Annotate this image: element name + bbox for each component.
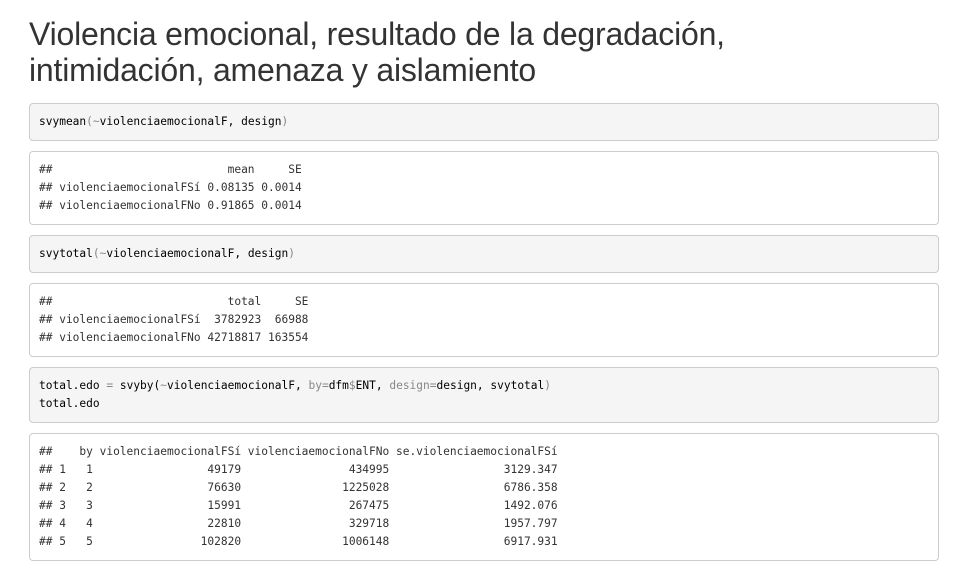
document-page: Violencia emocional, resultado de la deg…: [29, 0, 939, 561]
output-line: ## mean SE: [39, 163, 302, 176]
output-block[interactable]: ## by violenciaemocionalFSí violenciaemo…: [29, 433, 939, 561]
code-token: (~: [86, 115, 100, 128]
code-block[interactable]: svytotal(~violenciaemocionalF, design): [29, 235, 939, 273]
code-line: total.edo: [39, 395, 929, 413]
output-line: ## 4 4 22810 329718 1957.797: [39, 517, 558, 530]
chunk-gap: [29, 141, 939, 151]
output-line: ## 1 1 49179 434995 3129.347: [39, 463, 558, 476]
code-token: ENT,: [355, 379, 390, 392]
chunk-gap: [29, 225, 939, 235]
code-line: total.edo = svyby(~violenciaemocionalF, …: [39, 377, 929, 395]
code-token: $: [348, 379, 356, 392]
output-line: ## violenciaemocionalFSí 0.08135 0.0014: [39, 181, 302, 194]
output-line: ## 5 5 102820 1006148 6917.931: [39, 535, 558, 548]
chunk-gap: [29, 357, 939, 367]
chunk-gap: [29, 423, 939, 433]
output-line: ## violenciaemocionalFNo 42718817 163554: [39, 331, 309, 344]
code-token: design=: [389, 379, 437, 392]
output-line: ## 2 2 76630 1225028 6786.358: [39, 481, 558, 494]
output-line: ## violenciaemocionalFNo 0.91865 0.0014: [39, 199, 302, 212]
chunk-gap: [29, 273, 939, 283]
code-token: svytotal: [39, 247, 93, 260]
code-token: total.edo: [39, 379, 107, 392]
output-block[interactable]: ## mean SE ## violenciaemocionalFSí 0.081…: [29, 151, 939, 225]
output-line: ## 3 3 15991 267475 1492.076: [39, 499, 558, 512]
output-line: ## by violenciaemocionalFSí violenciaemo…: [39, 445, 558, 458]
section-heading: Violencia emocional, resultado de la deg…: [29, 0, 939, 88]
code-line: svymean(~violenciaemocionalF, design): [39, 113, 929, 131]
code-chunks-container: svymean(~violenciaemocionalF, design) ## …: [29, 103, 939, 561]
code-token: (~: [92, 247, 107, 260]
code-token: total.edo: [39, 397, 100, 410]
code-token: violenciaemocionalF, design: [106, 247, 289, 260]
code-token: violenciaemocionalF, design: [99, 115, 282, 128]
section-heading-line-2: intimidación, amenaza y aislamiento: [29, 52, 537, 88]
output-block[interactable]: ## total SE ## violenciaemocionalFSí 3782…: [29, 283, 939, 357]
output-line: ## total SE: [39, 295, 309, 308]
code-token: ~: [160, 379, 168, 392]
heading-spacer: [29, 88, 939, 103]
code-token: design, svytotal: [436, 379, 545, 392]
code-token: by=: [308, 379, 329, 392]
output-line: ## violenciaemocionalFSí 3782923 66988: [39, 313, 309, 326]
section-heading-line-1: Violencia emocional, resultado de la deg…: [29, 16, 725, 52]
code-block[interactable]: svymean(~violenciaemocionalF, design): [29, 103, 939, 141]
code-token: svyby(: [113, 379, 161, 392]
code-token: dfm: [328, 379, 349, 392]
code-token: ): [281, 115, 289, 128]
code-block[interactable]: total.edo = svyby(~violenciaemocionalF, …: [29, 367, 939, 423]
code-token: svymean: [39, 115, 87, 128]
code-token: ): [544, 379, 552, 392]
code-token: ): [288, 247, 295, 260]
code-token: violenciaemocionalF,: [167, 379, 309, 392]
code-line: svytotal(~violenciaemocionalF, design): [39, 245, 929, 263]
